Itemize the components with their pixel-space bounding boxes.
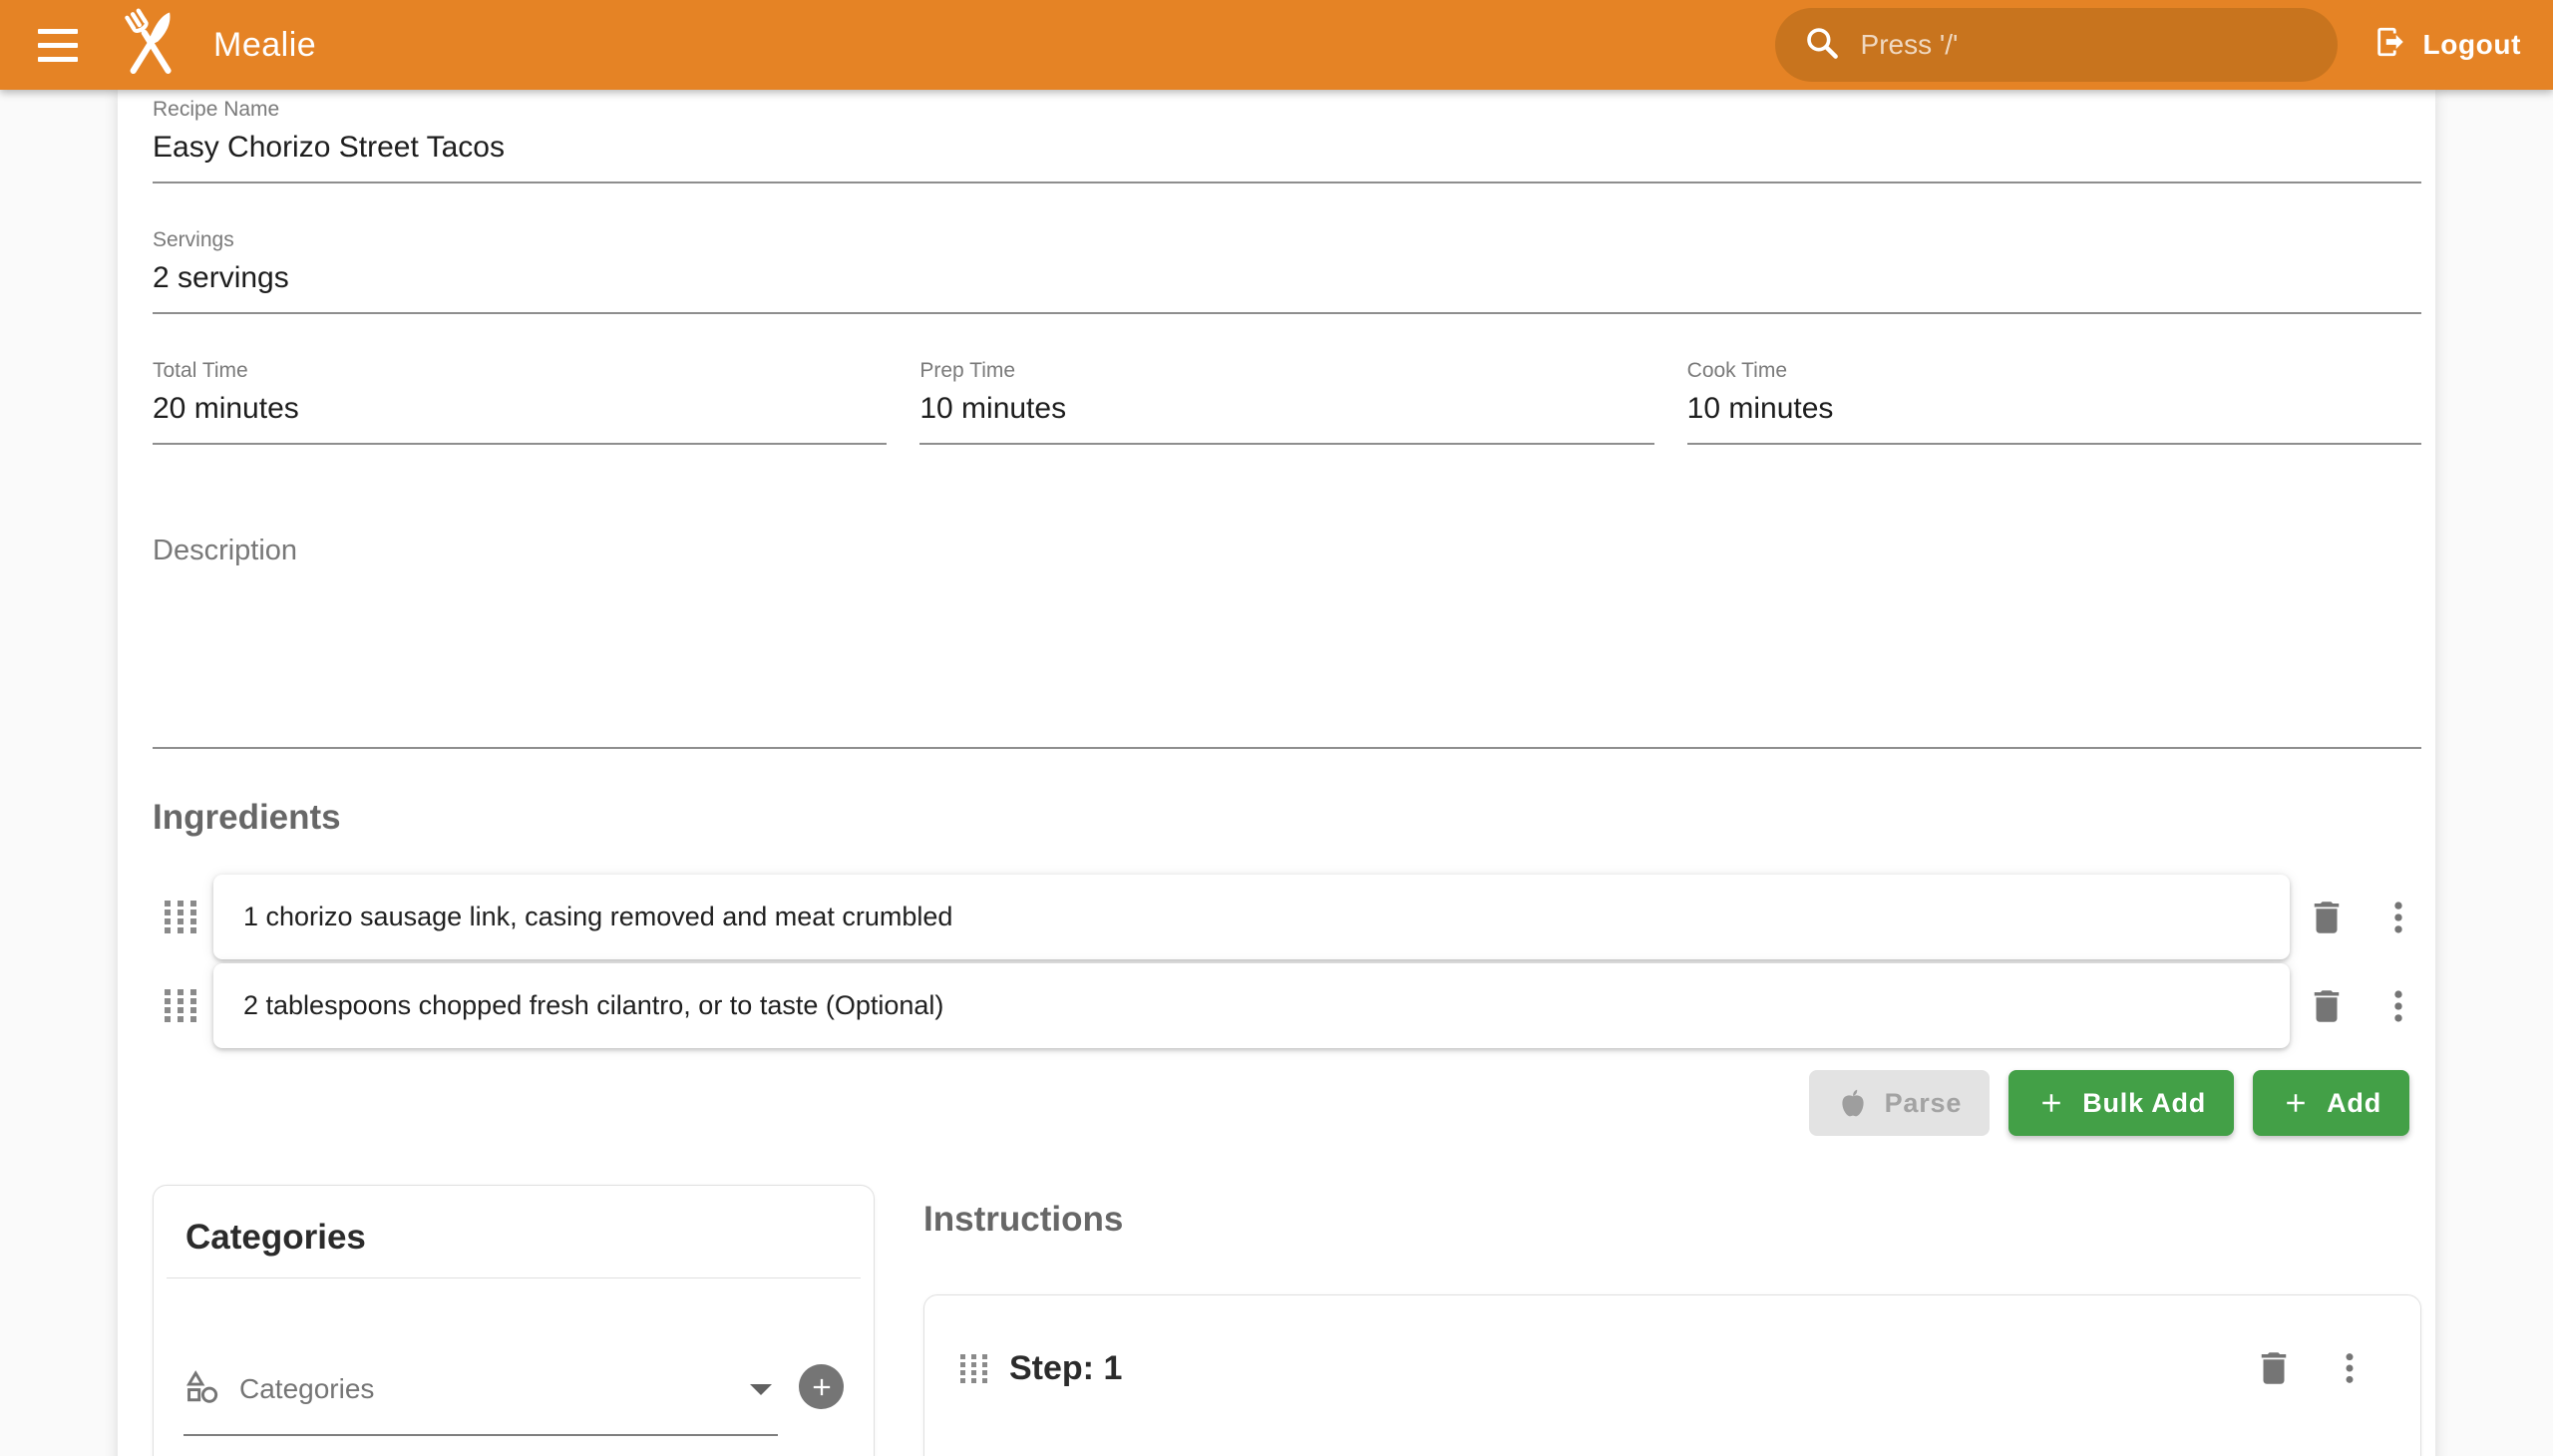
delete-ingredient-button[interactable] [2304,895,2350,940]
app-logo[interactable] [118,5,183,86]
prep-time-field: Prep Time [919,359,1653,445]
apple-icon [1837,1087,1869,1119]
recipe-name-field: Recipe Name [153,98,2421,183]
cook-time-field: Cook Time [1687,359,2421,445]
logout-button[interactable]: Logout [2368,24,2527,67]
total-time-label: Total Time [153,359,887,383]
total-time-input[interactable] [153,383,887,443]
step-title: Step: 1 [1009,1349,1122,1388]
trash-icon [2306,897,2348,938]
categories-card: Categories Categories [153,1185,875,1456]
plus-icon [2281,1088,2311,1118]
description-field [153,501,2421,749]
instructions-heading: Instructions [923,1199,2421,1241]
recipe-name-label: Recipe Name [153,98,2421,122]
search-input[interactable] [1859,28,2322,62]
parse-label: Parse [1885,1088,1963,1119]
bulk-add-label: Bulk Add [2082,1088,2206,1119]
cook-time-label: Cook Time [1687,359,2421,383]
description-input[interactable] [153,501,2421,747]
ingredients-heading: Ingredients [153,797,2421,839]
kebab-icon [2377,985,2419,1027]
recipe-editor-sheet: Recipe Name Servings Total Time Prep Tim… [118,90,2435,1456]
categories-select-label: Categories [239,1373,374,1405]
shapes-icon [183,1368,220,1410]
add-category-button[interactable] [799,1364,844,1409]
delete-ingredient-button[interactable] [2304,983,2350,1029]
prep-time-input[interactable] [919,383,1653,443]
ingredient-input[interactable] [241,901,2262,933]
ingredient-input[interactable] [241,989,2262,1022]
step-menu-button[interactable] [2327,1345,2372,1391]
step-text[interactable]: Combine crumbled chorizo and chipotle pe… [960,1447,2372,1456]
add-label: Add [2327,1088,2381,1119]
search-bar[interactable] [1775,8,2338,82]
kebab-icon [2377,897,2419,938]
ingredient-card [213,875,2290,959]
trash-icon [2306,985,2348,1027]
logout-label: Logout [2423,29,2521,61]
delete-step-button[interactable] [2251,1345,2297,1391]
prep-time-label: Prep Time [919,359,1653,383]
categories-select[interactable]: Categories [183,1368,778,1436]
cook-time-input[interactable] [1687,383,2421,443]
app-bar: Mealie Logout [0,0,2553,90]
add-ingredient-button[interactable]: Add [2253,1070,2409,1136]
trash-icon [2253,1347,2295,1389]
parse-button[interactable]: Parse [1809,1070,1991,1136]
logout-icon [2373,25,2407,66]
ingredient-menu-button[interactable] [2375,983,2421,1029]
servings-label: Servings [153,228,2421,252]
drag-handle-icon[interactable] [165,989,196,1022]
drag-handle-icon[interactable] [960,1354,987,1383]
categories-select-area: Categories [183,1368,844,1436]
times-row: Total Time Prep Time Cook Time [153,359,2421,445]
ingredient-row [153,875,2421,959]
search-icon [1803,24,1841,67]
ingredient-actions: Parse Bulk Add Add [153,1070,2421,1136]
ingredients-list [153,875,2421,1048]
plus-icon [808,1373,836,1401]
kebab-icon [2330,1348,2370,1388]
bulk-add-button[interactable]: Bulk Add [2008,1070,2234,1136]
recipe-name-input[interactable] [153,122,2421,182]
fork-knife-icon [118,5,183,86]
categories-card-title: Categories [154,1186,874,1277]
step-card: Step: 1 [923,1294,2421,1456]
app-title: Mealie [213,26,316,65]
drag-handle-icon[interactable] [165,901,196,933]
step-header: Step: 1 [960,1345,2372,1391]
page: Mealie Logout Recipe Name [0,0,2553,1456]
ingredient-menu-button[interactable] [2375,895,2421,940]
servings-field: Servings [153,228,2421,314]
total-time-field: Total Time [153,359,887,445]
chevron-down-icon [750,1384,772,1395]
servings-input[interactable] [153,252,2421,312]
plus-icon [2036,1088,2066,1118]
bottom-columns: Categories Categories [153,1185,2421,1456]
menu-button[interactable] [30,17,86,73]
ingredient-card [213,963,2290,1048]
divider [167,1277,861,1278]
ingredient-row [153,963,2421,1048]
